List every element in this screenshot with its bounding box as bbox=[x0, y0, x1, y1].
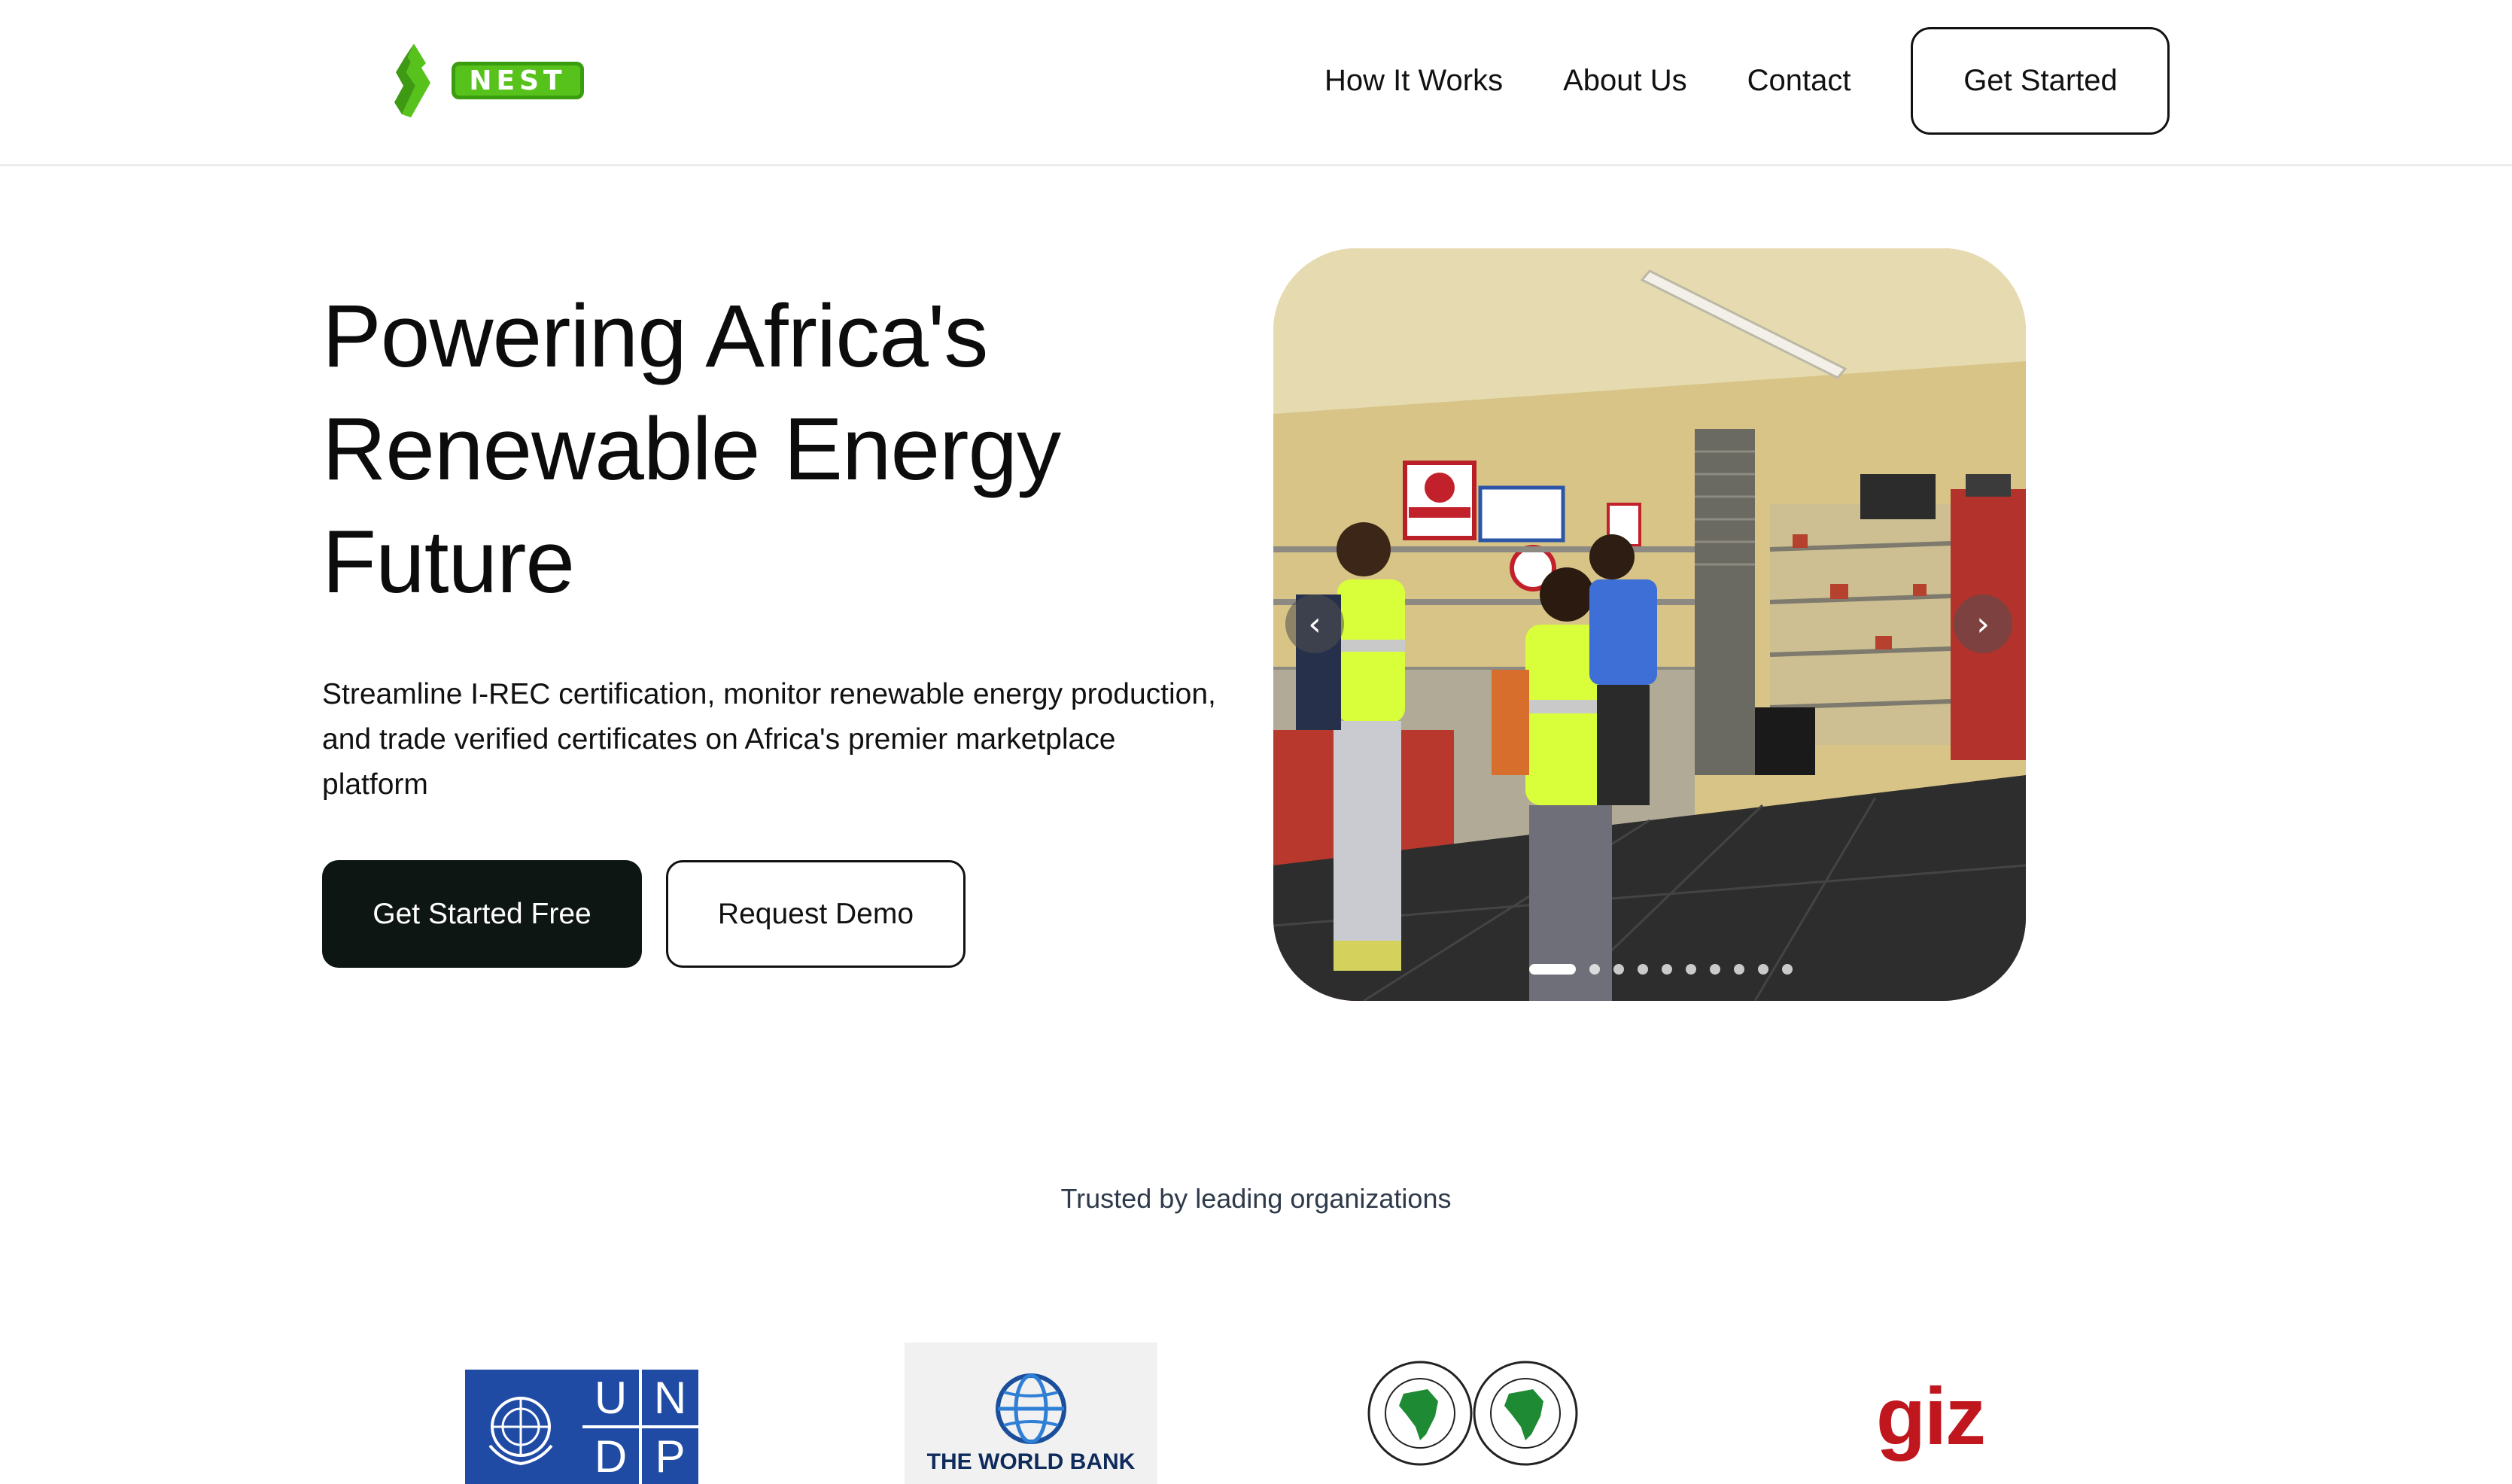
carousel-dot[interactable] bbox=[1734, 964, 1744, 975]
carousel-dot[interactable] bbox=[1589, 964, 1600, 975]
partner-logo-undp: U N D P bbox=[465, 1370, 698, 1484]
un-emblem-icon bbox=[465, 1370, 576, 1484]
carousel-prev-button[interactable]: ‹ bbox=[1285, 595, 1344, 653]
carousel-dot[interactable] bbox=[1758, 964, 1768, 975]
undp-letter: U bbox=[582, 1370, 639, 1425]
hero-title: Powering Africa's Renewable Energy Futur… bbox=[322, 280, 1225, 619]
undp-letters: U N D P bbox=[582, 1370, 698, 1484]
world-bank-name: THE WORLD BANK bbox=[926, 1449, 1136, 1474]
chevron-right-icon: › bbox=[1976, 604, 1990, 643]
carousel-dot[interactable] bbox=[1782, 964, 1793, 975]
carousel-dot[interactable] bbox=[1662, 964, 1672, 975]
afdb-emblem-left-icon bbox=[1367, 1361, 1473, 1466]
carousel-dot[interactable] bbox=[1710, 964, 1720, 975]
chevron-left-icon: ‹ bbox=[1308, 604, 1321, 643]
nav-link-how-it-works[interactable]: How It Works bbox=[1324, 64, 1503, 98]
hero-title-line: Powering Africa's bbox=[322, 287, 988, 386]
hero-image-carousel[interactable] bbox=[1273, 248, 2026, 1001]
carousel-next-button[interactable]: › bbox=[1954, 595, 2012, 653]
nav-link-about-us[interactable]: About Us bbox=[1563, 64, 1687, 98]
nest-logo-mark-icon bbox=[394, 44, 430, 117]
hero-subtitle-line: Streamline I-REC certification, monitor … bbox=[322, 678, 1216, 710]
undp-letter: D bbox=[582, 1428, 639, 1484]
partner-logo-giz: giz bbox=[1866, 1367, 1994, 1464]
hero-subtitle-line: and trade verified certificates on Afric… bbox=[322, 723, 1116, 756]
afdb-emblem-right-icon bbox=[1473, 1361, 1578, 1466]
undp-letter: P bbox=[642, 1428, 698, 1484]
request-demo-button[interactable]: Request Demo bbox=[666, 860, 966, 968]
logo[interactable]: NEST bbox=[388, 42, 592, 120]
site-header: NEST How It Works About Us Contact Get S… bbox=[0, 0, 2512, 166]
hero-subtitle: Streamline I-REC certification, monitor … bbox=[322, 672, 1248, 807]
carousel-dot-active[interactable] bbox=[1529, 964, 1576, 975]
nav-link-contact[interactable]: Contact bbox=[1747, 64, 1851, 98]
world-bank-globe-icon bbox=[996, 1373, 1066, 1444]
partner-logo-world-bank: THE WORLD BANK bbox=[905, 1343, 1157, 1484]
carousel-slide-image bbox=[1273, 248, 2026, 1001]
partner-logo-afdb bbox=[1366, 1355, 1581, 1484]
get-started-free-button[interactable]: Get Started Free bbox=[322, 860, 642, 968]
carousel-dot[interactable] bbox=[1686, 964, 1696, 975]
logo-text: NEST bbox=[469, 65, 567, 96]
logo-wordmark: NEST bbox=[452, 62, 584, 99]
get-started-button[interactable]: Get Started bbox=[1911, 27, 2170, 135]
hero-title-line: Future bbox=[322, 512, 575, 612]
main-nav: How It Works About Us Contact Get Starte… bbox=[1324, 27, 2170, 135]
carousel-dot[interactable] bbox=[1638, 964, 1648, 975]
carousel-pagination bbox=[1529, 964, 1806, 975]
trusted-heading: Trusted by leading organizations bbox=[1060, 1183, 1452, 1214]
giz-wordmark: giz bbox=[1876, 1370, 1986, 1461]
carousel-dot[interactable] bbox=[1613, 964, 1624, 975]
hero-title-line: Renewable Energy bbox=[322, 400, 1061, 499]
hero-subtitle-line: platform bbox=[322, 768, 428, 801]
undp-letter: N bbox=[642, 1370, 698, 1425]
